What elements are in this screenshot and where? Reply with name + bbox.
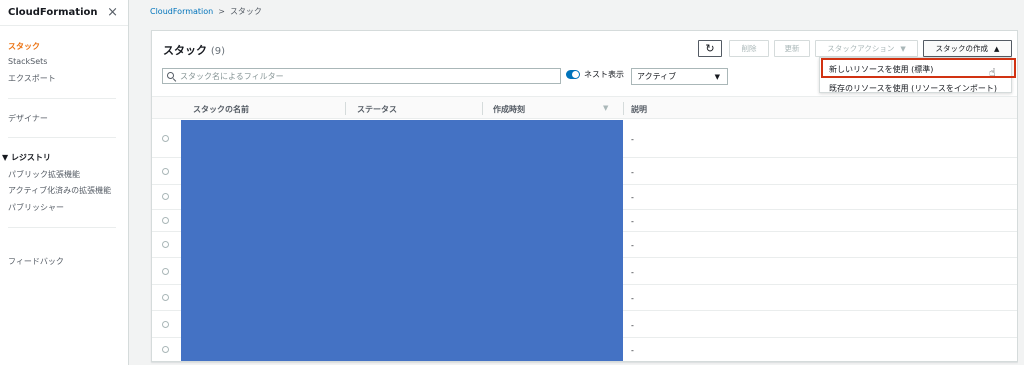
row-description: - <box>631 346 634 355</box>
stacks-panel: スタック (9) ↻ 削除 更新 スタックアクション ▼ スタックの作成 ▲ 新… <box>151 30 1018 362</box>
row-radio[interactable] <box>162 268 169 275</box>
page-title: スタック (9) <box>163 42 225 58</box>
column-divider <box>482 102 483 115</box>
column-stack-name[interactable]: スタックの名前 <box>193 104 249 115</box>
nested-toggle-group: ネスト表示 <box>566 69 624 80</box>
stack-count: (9) <box>210 46 226 57</box>
column-description[interactable]: 説明 <box>631 104 647 115</box>
row-radio[interactable] <box>162 193 169 200</box>
delete-button[interactable]: 削除 <box>729 40 769 57</box>
sidebar-divider <box>8 137 116 138</box>
stack-actions-button[interactable]: スタックアクション ▼ <box>815 40 918 57</box>
row-description: - <box>631 321 634 330</box>
column-divider <box>345 102 346 115</box>
sidebar-item-exports[interactable]: エクスポート <box>8 73 56 84</box>
row-radio[interactable] <box>162 294 169 301</box>
hand-cursor-icon: ☝ <box>989 66 996 79</box>
chevron-down-icon: ▼ <box>900 44 906 53</box>
nested-toggle-label: ネスト表示 <box>584 70 624 79</box>
sidebar-item-designer[interactable]: デザイナー <box>8 113 48 124</box>
delete-button-label: 削除 <box>741 44 757 53</box>
nested-toggle[interactable] <box>566 70 580 79</box>
right-edge <box>1018 0 1024 365</box>
row-description: - <box>631 294 634 303</box>
row-radio[interactable] <box>162 321 169 328</box>
sidebar: CloudFormation × スタック StackSets エクスポート デ… <box>0 0 129 365</box>
update-button-label: 更新 <box>784 44 800 53</box>
sidebar-item-public-extensions[interactable]: パブリック拡張機能 <box>8 169 80 180</box>
sidebar-divider <box>8 227 116 228</box>
sidebar-header: CloudFormation × <box>0 0 128 26</box>
row-radio[interactable] <box>162 217 169 224</box>
row-description: - <box>631 168 634 177</box>
row-radio[interactable] <box>162 168 169 175</box>
stack-actions-label: スタックアクション <box>827 44 895 53</box>
search-input[interactable] <box>180 71 540 81</box>
close-icon[interactable]: × <box>107 6 118 19</box>
redacted-region <box>181 120 623 361</box>
sidebar-item-feedback[interactable]: フィードバック <box>8 256 64 267</box>
chevron-up-icon: ▲ <box>994 44 1000 53</box>
row-radio[interactable] <box>162 241 169 248</box>
table-header: スタックの名前 ステータス 作成時刻 ▼ 説明 <box>152 96 1017 119</box>
breadcrumb-root-link[interactable]: CloudFormation <box>150 7 213 16</box>
create-stack-label: スタックの作成 <box>935 44 989 53</box>
panel-title-text: スタック <box>163 44 207 57</box>
column-created-time[interactable]: 作成時刻 <box>493 104 525 115</box>
column-status[interactable]: ステータス <box>357 104 397 115</box>
menu-item-new-resources[interactable]: 新しいリソースを使用 (標準) <box>829 64 933 75</box>
row-description: - <box>631 135 634 144</box>
chevron-down-icon: ▼ <box>714 72 720 81</box>
sidebar-item-stacks[interactable]: スタック <box>8 41 40 52</box>
status-filter-select[interactable]: アクティブ ▼ <box>631 68 728 85</box>
sidebar-item-activated-extensions[interactable]: アクティブ化済みの拡張機能 <box>8 185 111 196</box>
sidebar-item-publisher[interactable]: パブリッシャー <box>8 202 64 213</box>
search-field[interactable] <box>162 68 561 84</box>
column-divider <box>623 102 624 115</box>
row-description: - <box>631 268 634 277</box>
search-icon <box>167 71 176 81</box>
refresh-button[interactable]: ↻ <box>698 40 722 57</box>
breadcrumb: CloudFormation > スタック <box>150 6 262 17</box>
row-description: - <box>631 217 634 226</box>
breadcrumb-separator-icon: > <box>218 7 225 16</box>
sort-down-icon[interactable]: ▼ <box>603 104 608 112</box>
row-description: - <box>631 193 634 202</box>
row-radio[interactable] <box>162 135 169 142</box>
menu-item-existing-resources[interactable]: 既存のリソースを使用 (リソースをインポート) <box>829 83 997 94</box>
refresh-icon: ↻ <box>705 42 715 55</box>
sidebar-divider <box>8 98 116 99</box>
sidebar-item-stacksets[interactable]: StackSets <box>8 57 47 66</box>
service-title: CloudFormation <box>8 7 98 18</box>
row-radio[interactable] <box>162 346 169 353</box>
breadcrumb-current: スタック <box>229 7 262 16</box>
create-stack-button[interactable]: スタックの作成 ▲ <box>923 40 1012 57</box>
create-stack-menu: 新しいリソースを使用 (標準) 既存のリソースを使用 (リソースをインポート) <box>819 57 1016 94</box>
update-button[interactable]: 更新 <box>774 40 810 57</box>
sidebar-section-registry[interactable]: ▼ レジストリ <box>2 152 51 163</box>
row-description: - <box>631 241 634 250</box>
status-filter-value: アクティブ <box>637 72 677 81</box>
